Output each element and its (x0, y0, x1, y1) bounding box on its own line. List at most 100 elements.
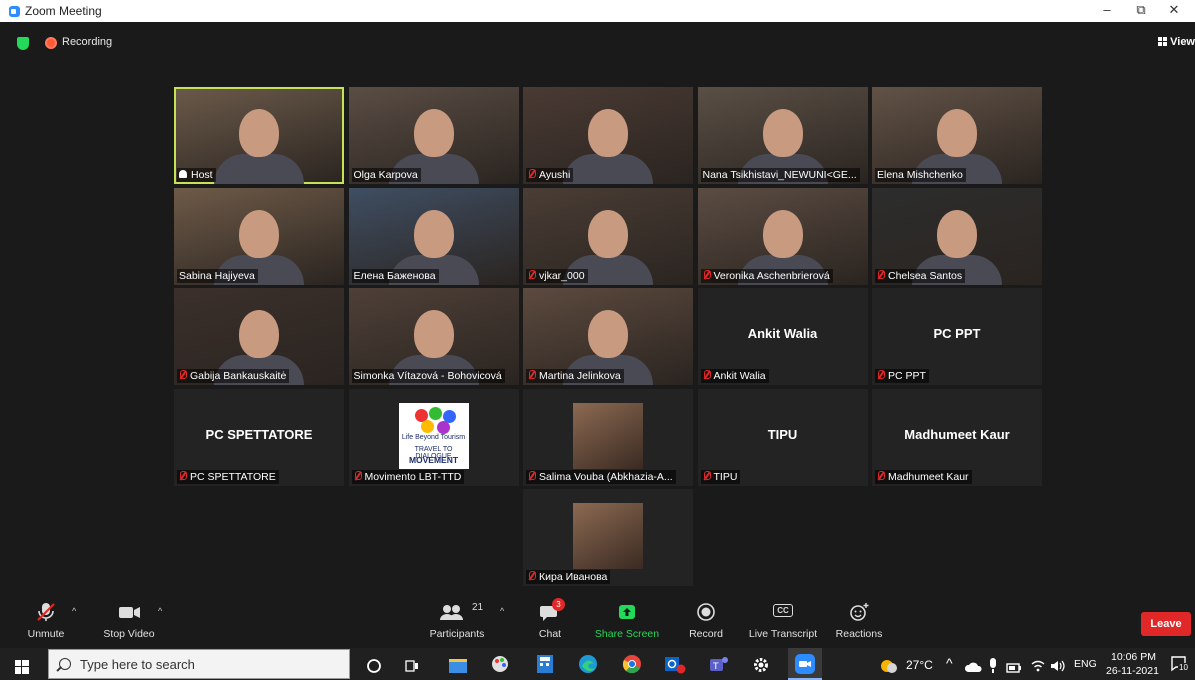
logo-petal (428, 406, 442, 420)
participant-tile[interactable]: Chelsea Santos (872, 187, 1042, 285)
meeting-toolbar: Unmute ^ Stop Video ^ 21 Participants ^ … (0, 598, 1195, 648)
participant-tile[interactable]: Елена Баженова (348, 187, 519, 285)
stop-video-button[interactable]: Stop Video (100, 600, 158, 648)
participants-options-caret[interactable]: ^ (500, 606, 504, 616)
closed-caption-icon: CC (746, 600, 820, 624)
volume-icon[interactable] (1050, 656, 1066, 676)
svg-text:T: T (712, 662, 719, 672)
tray-microphone-icon[interactable] (988, 656, 998, 676)
onedrive-cloud-icon[interactable] (964, 657, 982, 677)
participant-tile[interactable]: Host (174, 87, 344, 184)
participants-label: Participants (429, 628, 485, 640)
input-language[interactable]: ENG (1074, 658, 1097, 670)
participant-tile[interactable]: Martina Jelinkova (523, 288, 693, 385)
participant-tile[interactable]: Sabina Hajiyeva (174, 187, 344, 285)
weather-icon[interactable] (880, 656, 898, 676)
chat-bubble-icon: 3 (530, 598, 570, 624)
participant-video-face (239, 310, 279, 358)
chat-button[interactable]: 3 Chat (530, 598, 570, 648)
battery-icon[interactable] (1006, 658, 1022, 678)
view-button[interactable]: View (1158, 36, 1195, 48)
participant-name-label: Host (177, 168, 216, 182)
host-icon (179, 170, 187, 178)
minimize-button[interactable]: – (1092, 2, 1122, 17)
edge-browser-icon[interactable] (578, 654, 598, 674)
participant-video-face (937, 109, 977, 157)
participant-tile[interactable]: PC SPETTATORE PC SPETTATORE (174, 388, 344, 486)
unmute-label: Unmute (27, 628, 65, 640)
participant-name-label: vjkar_000 (526, 268, 588, 283)
clock-time[interactable]: 10:06 PM (1111, 651, 1156, 663)
audio-options-caret[interactable]: ^ (72, 606, 76, 616)
stop-video-label: Stop Video (103, 628, 155, 640)
participant-name-label: Salima Vouba (Abkhazia-A... (526, 469, 676, 484)
muted-microphone-icon (22, 600, 70, 624)
notification-center-button[interactable]: 10 (1170, 655, 1189, 673)
participant-name-label: Кира Иванова (526, 570, 611, 584)
participant-name-label: Ayushi (526, 168, 574, 182)
video-options-caret[interactable]: ^ (158, 606, 162, 616)
participant-tile[interactable]: Madhumeet Kaur Madhumeet Kaur (872, 388, 1042, 486)
participant-tile[interactable]: Olga Karpova (348, 87, 519, 184)
outlook-icon[interactable] (664, 654, 686, 674)
cortana-icon[interactable] (366, 656, 382, 676)
share-screen-button[interactable]: Share Screen (593, 600, 661, 648)
participant-name: Gabija Bankauskaitė (190, 370, 287, 382)
participant-tile[interactable]: Life Beyond Tourism TRAVEL TO DIALOGUE MOV… (348, 388, 519, 486)
participant-tile[interactable]: Salima Vouba (Abkhazia-A... (523, 388, 693, 486)
live-transcript-button[interactable]: CC Live Transcript (746, 600, 820, 648)
participant-tile[interactable]: Gabija Bankauskaitė (174, 288, 344, 385)
clock-date[interactable]: 26-11-2021 (1106, 665, 1159, 677)
participant-name: Host (191, 169, 213, 181)
participants-button[interactable]: 21 Participants (425, 600, 489, 648)
calculator-icon[interactable] (536, 654, 554, 674)
participant-tile[interactable]: vjkar_000 (523, 187, 693, 285)
participant-tile[interactable]: Ankit Walia Ankit Walia (697, 288, 868, 385)
chat-label: Chat (538, 628, 562, 640)
wifi-icon[interactable] (1030, 656, 1046, 676)
logo-text: Life Beyond Tourism (401, 433, 466, 441)
encryption-shield-icon[interactable] (17, 37, 29, 50)
participant-tile[interactable]: Кира Иванова (523, 489, 693, 586)
share-screen-label: Share Screen (594, 628, 660, 640)
settings-gear-icon[interactable] (752, 655, 770, 675)
zoom-taskbar-app[interactable] (788, 648, 822, 680)
leave-button[interactable]: Leave (1141, 612, 1191, 636)
participant-name-label: Ankit Walia (700, 369, 769, 383)
participant-display-name: Ankit Walia (747, 326, 818, 341)
taskbar-search[interactable] (48, 649, 350, 679)
participant-name: Sabina Hajiyeva (179, 269, 255, 282)
recording-label[interactable]: Recording (62, 36, 112, 48)
participant-name: Кира Иванова (539, 571, 608, 583)
live-transcript-label: Live Transcript (748, 628, 818, 640)
maximize-button[interactable]: ⧉ (1126, 2, 1156, 18)
windows-start-icon[interactable] (15, 657, 29, 677)
participant-tile[interactable]: Ayushi (523, 87, 693, 184)
logo-petal (436, 420, 450, 434)
close-button[interactable]: ✕ (1159, 2, 1189, 18)
unmute-button[interactable]: Unmute (22, 600, 70, 648)
taskbar-search-input[interactable] (80, 656, 320, 672)
view-label: View (1170, 36, 1195, 48)
chrome-browser-icon[interactable] (622, 654, 642, 674)
search-icon (59, 658, 71, 670)
participant-tile[interactable]: TIPU TIPU (697, 388, 868, 486)
file-explorer-icon[interactable] (448, 655, 468, 675)
tray-overflow-caret-icon[interactable]: ^ (946, 655, 953, 671)
record-button[interactable]: Record (686, 600, 726, 648)
participant-tile[interactable]: PC PPT PC PPT (872, 288, 1042, 385)
participant-tile[interactable]: Veronika Aschenbrierová (697, 187, 868, 285)
participant-tile[interactable]: Elena Mishchenko (872, 87, 1042, 184)
muted-mic-icon (179, 370, 187, 380)
paint-icon[interactable] (490, 654, 510, 674)
chat-unread-badge: 3 (552, 598, 565, 611)
participant-tile[interactable]: Simonka Vítazová - Bohovicová (348, 288, 519, 385)
participant-name-label: Sabina Hajiyeva (177, 268, 258, 283)
weather-temperature[interactable]: 27°C (906, 658, 933, 672)
reactions-button[interactable]: Reactions (834, 600, 884, 648)
muted-mic-icon (877, 470, 885, 481)
participant-tile[interactable]: Nana Tsikhistavi_NEWUNI<GE... (697, 87, 868, 184)
task-view-icon[interactable] (404, 656, 420, 676)
teams-icon[interactable]: T (708, 654, 730, 674)
participant-video-face (239, 109, 279, 157)
